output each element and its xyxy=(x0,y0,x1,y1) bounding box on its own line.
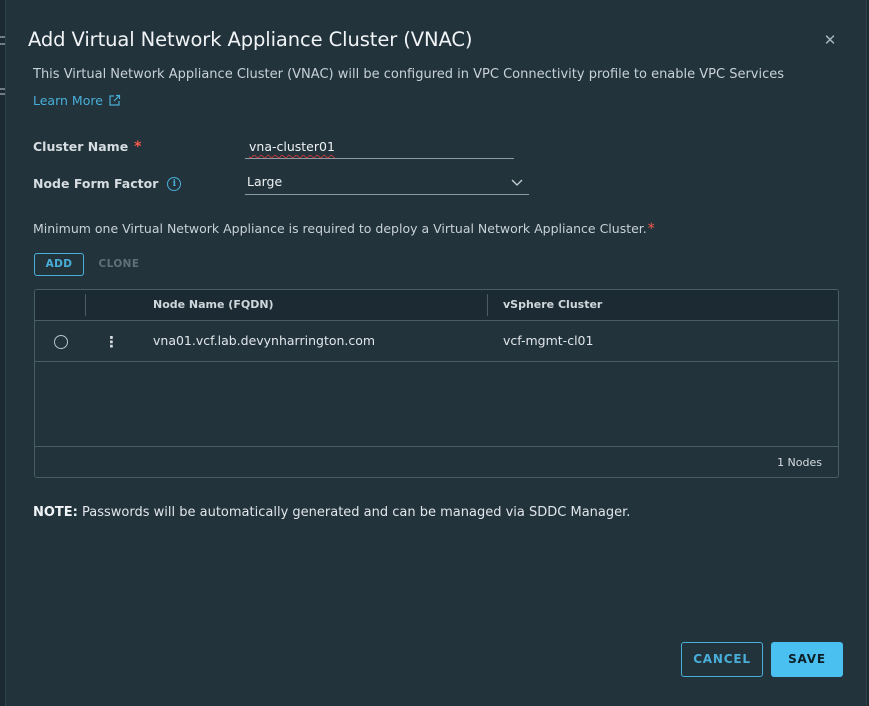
datagrid-header: Node Name (FQDN) vSphere Cluster xyxy=(35,290,838,321)
cluster-name-label: Cluster Name * xyxy=(33,138,142,155)
row-select-radio[interactable] xyxy=(54,335,68,349)
learn-more-label: Learn More xyxy=(33,93,103,108)
save-button[interactable]: SAVE xyxy=(771,642,843,677)
password-note: NOTE: Passwords will be automatically ge… xyxy=(33,505,630,520)
clone-button: CLONE xyxy=(98,258,140,270)
node-form-factor-select[interactable]: Large xyxy=(245,174,529,195)
note-prefix: NOTE: xyxy=(33,505,78,520)
chevron-down-icon xyxy=(511,179,523,186)
column-separator xyxy=(85,294,86,316)
add-button[interactable]: ADD xyxy=(34,253,84,276)
close-icon[interactable]: ✕ xyxy=(822,32,838,48)
nodes-datagrid: Node Name (FQDN) vSphere Cluster ⋮ vna01… xyxy=(34,289,839,478)
external-link-icon xyxy=(109,94,121,106)
required-marker: * xyxy=(134,138,142,155)
add-vnac-dialog: Add Virtual Network Appliance Cluster (V… xyxy=(5,0,867,706)
cancel-button[interactable]: CANCEL xyxy=(681,642,763,677)
column-header-vsphere-cluster[interactable]: vSphere Cluster xyxy=(503,298,602,311)
vsphere-cluster-cell: vcf-mgmt-cl01 xyxy=(503,333,594,348)
info-icon[interactable]: i xyxy=(167,176,182,191)
datagrid-footer: 1 Nodes xyxy=(35,446,838,477)
node-form-factor-value: Large xyxy=(247,174,283,189)
node-name-cell: vna01.vcf.lab.devynharrington.com xyxy=(153,333,376,348)
column-header-node-name[interactable]: Node Name (FQDN) xyxy=(153,298,274,311)
dialog-title: Add Virtual Network Appliance Cluster (V… xyxy=(28,28,473,51)
dialog-description: This Virtual Network Appliance Cluster (… xyxy=(33,67,785,82)
required-marker: * xyxy=(647,221,655,237)
kebab-menu-icon[interactable]: ⋮ xyxy=(104,333,119,351)
note-text: Passwords will be automatically generate… xyxy=(77,505,631,520)
node-form-factor-label: Node Form Factor i xyxy=(33,176,182,191)
learn-more-link[interactable]: Learn More xyxy=(33,93,121,108)
column-separator[interactable] xyxy=(487,294,488,316)
node-count: 1 Nodes xyxy=(777,456,822,469)
cluster-name-input[interactable]: vna-cluster01 xyxy=(245,139,514,159)
table-row[interactable]: ⋮ vna01.vcf.lab.devynharrington.com vcf-… xyxy=(35,321,838,362)
minimum-appliance-note: Minimum one Virtual Network Appliance is… xyxy=(33,221,655,237)
